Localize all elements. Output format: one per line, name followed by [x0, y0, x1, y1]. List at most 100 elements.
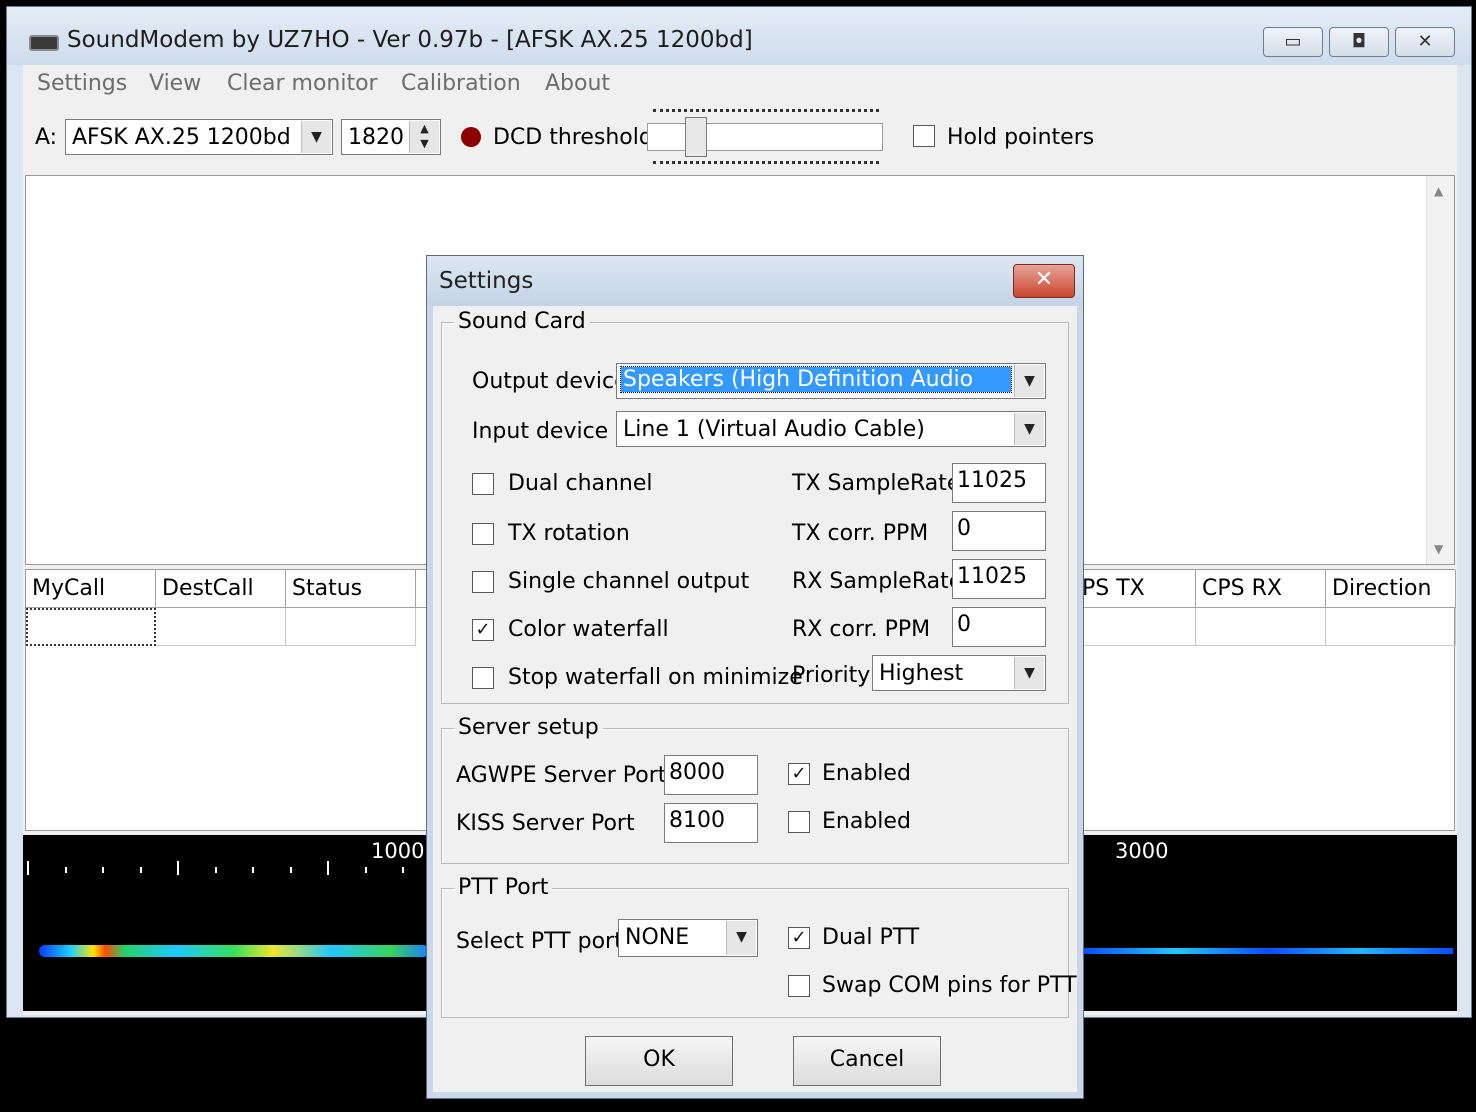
- single-channel-output-checkbox[interactable]: [472, 571, 494, 593]
- output-device-select[interactable]: Speakers (High Definition Audio ▼: [616, 363, 1046, 399]
- grid-cell[interactable]: [1196, 608, 1326, 646]
- scale-tick: [364, 867, 367, 873]
- waterfall-signal-trace: [39, 945, 429, 957]
- chevron-down-icon[interactable]: ▼: [1014, 413, 1044, 445]
- cancel-button[interactable]: Cancel: [793, 1036, 941, 1086]
- col-cps-rx[interactable]: CPS RX: [1196, 570, 1326, 608]
- dialog-title: Settings: [439, 268, 534, 294]
- agwpe-port-input[interactable]: 8000: [664, 755, 758, 795]
- input-device-value: Line 1 (Virtual Audio Cable): [623, 417, 925, 442]
- scale-tick: [214, 867, 217, 873]
- output-device-value: Speakers (High Definition Audio: [620, 366, 1012, 393]
- rx-samplerate-value: 11025: [957, 564, 1027, 589]
- ok-button[interactable]: OK: [585, 1036, 733, 1086]
- freq-label-1000: 1000: [371, 839, 425, 863]
- ptt-port-group: PTT Port Select PTT port NONE ▼ ✓ Dual P…: [441, 875, 1077, 1018]
- stop-waterfall-checkbox[interactable]: [472, 667, 494, 689]
- tx-rotation-checkbox[interactable]: [472, 523, 494, 545]
- frequency-value: 1820: [348, 125, 404, 150]
- chevron-down-icon[interactable]: ▼: [1014, 365, 1044, 397]
- rx-corr-value: 0: [957, 612, 971, 637]
- modem-app-icon: [29, 35, 59, 51]
- kiss-port-input[interactable]: 8100: [664, 803, 758, 843]
- scroll-up-icon[interactable]: ▲: [1434, 184, 1443, 198]
- toolbar: A: AFSK AX.25 1200bd ▼ 1820 ▲ ▼ DCD thres…: [23, 101, 1457, 171]
- agwpe-port-label: AGWPE Server Port: [456, 763, 667, 788]
- scale-tick: [327, 861, 329, 875]
- rx-corr-input[interactable]: 0: [952, 607, 1046, 647]
- chevron-down-icon[interactable]: ▼: [301, 121, 331, 153]
- menu-clear-monitor[interactable]: Clear monitor: [227, 71, 378, 96]
- kiss-enabled-label: Enabled: [822, 809, 911, 834]
- rx-corr-label: RX corr. PPM: [792, 617, 931, 642]
- grid-cell[interactable]: [156, 608, 286, 646]
- ptt-port-select[interactable]: NONE ▼: [618, 919, 758, 957]
- scale-tick: [139, 867, 142, 873]
- grid-cell[interactable]: [1326, 608, 1456, 646]
- dialog-close-button[interactable]: ✕: [1013, 264, 1075, 298]
- dcd-threshold-slider[interactable]: [647, 109, 887, 165]
- color-waterfall-checkbox[interactable]: ✓: [472, 619, 494, 641]
- dual-ptt-checkbox[interactable]: ✓: [788, 927, 810, 949]
- title-bar[interactable]: SoundModem by UZ7HO - Ver 0.97b - [AFSK …: [7, 7, 1471, 65]
- priority-label: Priority: [792, 663, 871, 688]
- agwpe-enabled-checkbox[interactable]: ✓: [788, 763, 810, 785]
- menu-about[interactable]: About: [545, 71, 610, 96]
- swap-com-checkbox[interactable]: [788, 975, 810, 997]
- single-channel-output-label: Single channel output: [508, 569, 750, 594]
- col-status[interactable]: Status: [286, 570, 416, 608]
- sound-card-group: Sound Card Output device Speakers (High …: [441, 309, 1069, 704]
- priority-value: Highest: [879, 661, 964, 686]
- scale-tick: [27, 861, 29, 875]
- freq-label-3000: 3000: [1115, 839, 1169, 863]
- menu-calibration[interactable]: Calibration: [401, 71, 521, 96]
- dialog-body: Sound Card Output device Speakers (High …: [433, 306, 1077, 1092]
- window-title: SoundModem by UZ7HO - Ver 0.97b - [AFSK …: [67, 27, 753, 53]
- scroll-down-icon[interactable]: ▼: [1434, 542, 1443, 556]
- input-device-label: Input device: [472, 419, 609, 444]
- channel-label: A:: [35, 125, 58, 150]
- chevron-down-icon[interactable]: ▼: [726, 921, 756, 955]
- tx-samplerate-value: 11025: [957, 468, 1027, 493]
- minimize-button[interactable]: ▭: [1263, 27, 1323, 57]
- kiss-port-value: 8100: [669, 808, 725, 833]
- maximize-button[interactable]: ◘: [1329, 27, 1389, 57]
- col-cps-tx[interactable]: PS TX: [1066, 570, 1196, 608]
- agwpe-port-value: 8000: [669, 760, 725, 785]
- grid-cell-selected[interactable]: [26, 608, 156, 646]
- tx-corr-label: TX corr. PPM: [792, 521, 929, 546]
- dcd-threshold-label: DCD threshold: [493, 125, 653, 150]
- tx-corr-value: 0: [957, 516, 971, 541]
- col-mycall[interactable]: MyCall: [26, 570, 156, 608]
- tx-rotation-label: TX rotation: [508, 521, 630, 546]
- mode-select[interactable]: AFSK AX.25 1200bd ▼: [65, 119, 333, 155]
- spin-arrows-icon[interactable]: ▲ ▼: [409, 121, 439, 153]
- hold-pointers-checkbox[interactable]: [913, 125, 935, 147]
- grid-cell[interactable]: [1066, 608, 1196, 646]
- col-direction[interactable]: Direction: [1326, 570, 1456, 608]
- chevron-down-icon[interactable]: ▼: [1014, 657, 1044, 689]
- kiss-port-label: KISS Server Port: [456, 811, 635, 836]
- dialog-title-bar[interactable]: Settings ✕: [427, 256, 1083, 306]
- tx-samplerate-label: TX SampleRate: [792, 471, 961, 496]
- input-device-select[interactable]: Line 1 (Virtual Audio Cable) ▼: [616, 411, 1046, 447]
- frequency-spinner[interactable]: 1820 ▲ ▼: [341, 119, 441, 155]
- dual-channel-label: Dual channel: [508, 471, 653, 496]
- agwpe-enabled-label: Enabled: [822, 761, 911, 786]
- kiss-enabled-checkbox[interactable]: [788, 811, 810, 833]
- monitor-scrollbar[interactable]: ▲ ▼: [1426, 176, 1454, 564]
- dual-channel-checkbox[interactable]: [472, 473, 494, 495]
- tx-corr-input[interactable]: 0: [952, 511, 1046, 551]
- menu-view[interactable]: View: [149, 71, 201, 96]
- dcd-indicator-icon: [461, 127, 481, 147]
- priority-select[interactable]: Highest ▼: [872, 655, 1046, 691]
- col-destcall[interactable]: DestCall: [156, 570, 286, 608]
- close-button[interactable]: ✕: [1395, 27, 1455, 57]
- color-waterfall-label: Color waterfall: [508, 617, 669, 642]
- rx-samplerate-input[interactable]: 11025: [952, 559, 1046, 599]
- slider-thumb[interactable]: [685, 117, 707, 157]
- tx-samplerate-input[interactable]: 11025: [952, 463, 1046, 503]
- menu-settings[interactable]: Settings: [37, 71, 127, 96]
- dual-ptt-label: Dual PTT: [822, 925, 920, 950]
- grid-cell[interactable]: [286, 608, 416, 646]
